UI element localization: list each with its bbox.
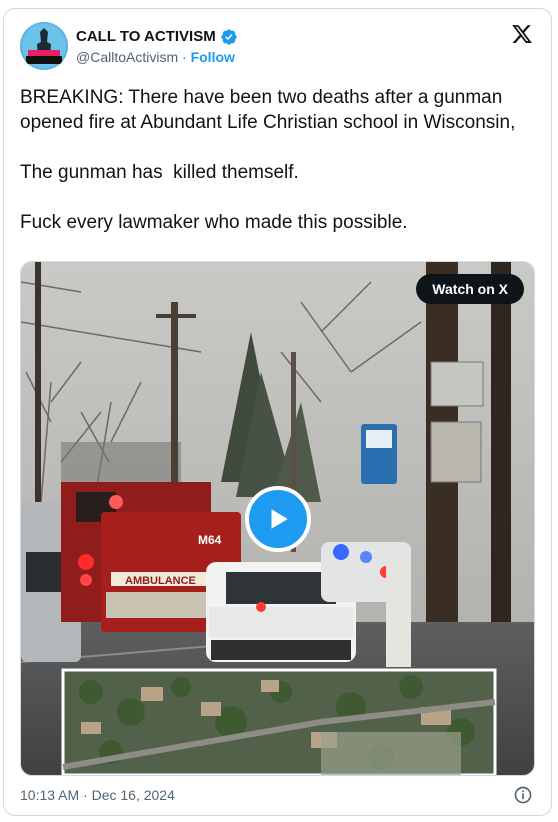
author-handle-row: @CalltoActivism · Follow — [76, 48, 235, 66]
separator: · — [182, 49, 187, 65]
author-handle[interactable]: @CalltoActivism — [76, 49, 178, 65]
play-icon — [271, 509, 288, 529]
verified-badge-icon — [221, 29, 237, 45]
video-player[interactable]: M64 AMBULANCE Watch on X — [20, 261, 535, 776]
tweet-text: BREAKING: There have been two deaths aft… — [20, 87, 516, 233]
ambulance-unit-label: M64 — [198, 533, 222, 547]
author-name[interactable]: CALL TO ACTIVISM — [76, 27, 216, 47]
play-button[interactable] — [245, 486, 311, 552]
info-icon[interactable] — [513, 785, 533, 805]
avatar[interactable] — [20, 22, 68, 70]
tweet-card: CALL TO ACTIVISM @CalltoActivism · Follo… — [3, 8, 552, 816]
watch-on-x-button[interactable]: Watch on X — [416, 274, 524, 304]
follow-button[interactable]: Follow — [191, 49, 235, 65]
author-name-row[interactable]: CALL TO ACTIVISM — [76, 27, 238, 47]
x-logo-icon[interactable] — [511, 23, 533, 45]
tweet-timestamp[interactable]: 10:13 AM · Dec 16, 2024 — [20, 787, 175, 803]
ambulance-label: AMBULANCE — [125, 575, 196, 587]
